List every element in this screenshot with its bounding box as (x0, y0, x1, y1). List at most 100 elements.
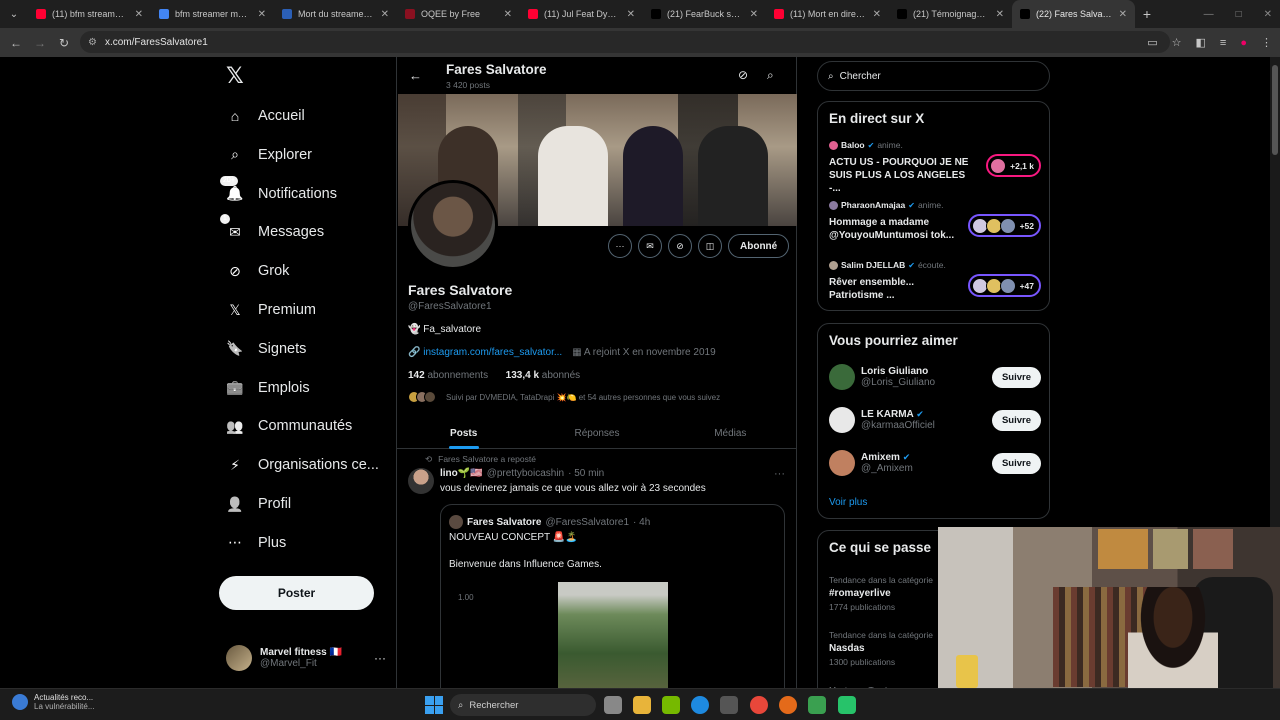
nav-item-premium[interactable]: 𝕏 Premium (226, 295, 316, 325)
quoted-tweet[interactable]: Fares Salvatore @FaresSalvatore1 · 4h NO… (440, 504, 785, 688)
tab-media[interactable]: Médias (664, 418, 797, 448)
tweet-time[interactable]: · 50 min (568, 468, 604, 479)
menu-icon[interactable]: ⋮ (1261, 36, 1272, 49)
reload-icon[interactable]: ↻ (52, 36, 76, 50)
suggestion-row[interactable]: Amixem ✔ @_Amixem Suivre (829, 448, 1041, 478)
trend-item[interactable]: Tendance dans la catégorie Nasdas 1300 pub… (829, 630, 933, 667)
follow-button[interactable]: Suivre (991, 409, 1041, 431)
live-item[interactable]: Salim DJELLAB ✔ écoute. Rêver ensemble... P… (829, 260, 1041, 310)
close-icon[interactable]: ✕ (381, 9, 389, 20)
profile-icon[interactable]: ● (1240, 37, 1247, 49)
whatsapp-icon[interactable] (838, 696, 856, 714)
trend-item[interactable]: Tendance dans la catégorie #romayerlive 17… (829, 575, 933, 612)
nav-item-accueil[interactable]: ⌂ Accueil (226, 101, 305, 131)
browser-tab[interactable]: Mort du streamer Je ✕ (274, 0, 397, 28)
more-icon[interactable]: ··· (774, 468, 785, 480)
x-logo-icon[interactable]: 𝕏 (226, 65, 248, 87)
following-button[interactable]: Abonné (728, 234, 790, 258)
profile-avatar[interactable] (408, 180, 498, 270)
followed-by[interactable]: Suivi par DVMEDIA, TataDrapi 💥🍋 et 54 au… (408, 391, 788, 403)
close-window-icon[interactable]: ✕ (1264, 9, 1272, 20)
browser-tab[interactable]: (11) bfm streamer m ✕ (28, 0, 151, 28)
taskbar-search[interactable]: ⌕ Rechercher (450, 694, 596, 716)
browser-tab[interactable]: (11) Mort en direct d ✕ (766, 0, 889, 28)
close-icon[interactable]: ✕ (627, 9, 635, 20)
nav-item-emplois[interactable]: 💼 Emplois (226, 373, 309, 403)
nav-item-grok[interactable]: ⊘ Grok (226, 256, 289, 286)
quote-video-thumbnail[interactable] (558, 582, 668, 688)
store-icon[interactable] (720, 696, 738, 714)
nav-item-signets[interactable]: 🔖 Signets (226, 334, 306, 364)
tweet-handle[interactable]: @prettyboicashin (487, 468, 564, 479)
forward-icon[interactable]: → (28, 36, 52, 50)
live-item[interactable]: PharaonAmajaa ✔ anime. Hommage a madame @Yo… (829, 200, 1041, 250)
browser-tab[interactable]: (21) Témoignage cor ✕ (889, 0, 1012, 28)
followers-link[interactable]: 133,4 k abonnés (506, 370, 581, 381)
tab-posts[interactable]: Posts (397, 418, 530, 448)
firefox-icon[interactable] (779, 696, 797, 714)
site-info-icon[interactable]: ⚙ (88, 37, 97, 48)
close-icon[interactable]: ✕ (504, 9, 512, 20)
extensions-icon[interactable]: ◧ (1196, 36, 1206, 49)
url-field[interactable]: ⚙ x.com/FaresSalvatore1 (80, 31, 1170, 53)
nav-item-plus[interactable]: ⋯ Plus (226, 528, 286, 558)
task-view-icon[interactable] (604, 696, 622, 714)
new-tab-button[interactable]: + (1135, 6, 1159, 22)
back-arrow-icon[interactable]: ← (409, 68, 422, 83)
subscribe-icon[interactable]: ◫ (698, 234, 722, 258)
file-explorer-icon[interactable] (633, 696, 651, 714)
live-item[interactable]: Baloo ✔ anime. ACTU US - POURQUOI JE NE SUI… (829, 140, 1041, 194)
post-button[interactable]: Poster (219, 576, 374, 610)
browser-tab[interactable]: (11) Jul Feat Dystinc ✕ (520, 0, 643, 28)
browser-tab[interactable]: OQEE by Free ✕ (397, 0, 520, 28)
close-icon[interactable]: ✕ (873, 9, 881, 20)
search-icon[interactable]: ⌕ (767, 68, 774, 83)
avatar[interactable] (408, 468, 434, 494)
windows-start-icon[interactable] (425, 696, 443, 714)
follow-button[interactable]: Suivre (991, 366, 1041, 388)
nav-item-organisations-ce[interactable]: ⚡ Organisations ce... (226, 450, 379, 480)
minimize-icon[interactable]: — (1204, 9, 1214, 20)
following-link[interactable]: 142 abonnements (408, 370, 488, 381)
account-switcher[interactable]: Marvel fitness 🇫🇷 @Marvel_Fit ··· (226, 643, 386, 673)
close-icon[interactable]: ✕ (258, 9, 266, 20)
live-listeners-pill[interactable]: +47 (967, 274, 1041, 297)
suggestion-row[interactable]: Loris Giuliano @Loris_Giuliano Suivre (829, 362, 1041, 392)
browser-tab[interactable]: (22) Fares Salvatore (✕ (1012, 0, 1135, 28)
star-icon[interactable]: ☆ (1172, 36, 1182, 49)
grok-icon[interactable]: ⊘ (738, 68, 748, 82)
close-icon[interactable]: ✕ (996, 9, 1004, 20)
profile-link[interactable]: instagram.com/fares_salvator... (423, 347, 562, 358)
more-icon[interactable]: ··· (374, 651, 386, 665)
see-more-link[interactable]: Voir plus (829, 497, 867, 508)
message-icon[interactable]: ✉ (638, 234, 662, 258)
live-listeners-pill[interactable]: +52 (967, 214, 1041, 237)
follow-button[interactable]: Suivre (991, 452, 1041, 474)
tweet-author[interactable]: lino🌱🇺🇸 (440, 468, 483, 479)
live-listeners-pill[interactable]: +2,1 k (986, 154, 1041, 177)
nav-item-explorer[interactable]: ⌕ Explorer (226, 140, 312, 170)
nav-item-communaut-s[interactable]: 👥 Communautés (226, 411, 352, 441)
chrome-icon[interactable] (750, 696, 768, 714)
maximize-icon[interactable]: □ (1236, 9, 1242, 20)
more-icon[interactable]: ··· (608, 234, 632, 258)
close-icon[interactable]: ✕ (1119, 9, 1127, 20)
grok-icon[interactable]: ⊘ (668, 234, 692, 258)
app-icon[interactable] (808, 696, 826, 714)
back-icon[interactable]: ← (4, 36, 28, 50)
edge-icon[interactable] (691, 696, 709, 714)
tab-replies[interactable]: Réponses (530, 418, 663, 448)
browser-tab[interactable]: (21) FearBuck sur X : ✕ (643, 0, 766, 28)
nav-item-notifications[interactable]: 🔔 20+ Notifications (220, 175, 337, 209)
nvidia-icon[interactable] (662, 696, 680, 714)
browser-tab[interactable]: bfm streamer mort e ✕ (151, 0, 274, 28)
close-icon[interactable]: ✕ (750, 9, 758, 20)
cast-icon[interactable]: ▭ (1147, 36, 1157, 49)
search-input[interactable]: ⌕ Chercher (817, 61, 1050, 91)
reading-list-icon[interactable]: ≡ (1220, 37, 1226, 49)
news-widget[interactable]: Actualités reco... La vulnérabilité... (12, 693, 94, 711)
nav-item-messages[interactable]: ✉ 1 Messages (220, 214, 324, 247)
nav-item-profil[interactable]: 👤 Profil (226, 489, 291, 519)
suggestion-row[interactable]: LE KARMA ✔ @karmaaOfficiel Suivre (829, 405, 1041, 435)
tab-search-icon[interactable]: ⌄ (0, 0, 28, 28)
